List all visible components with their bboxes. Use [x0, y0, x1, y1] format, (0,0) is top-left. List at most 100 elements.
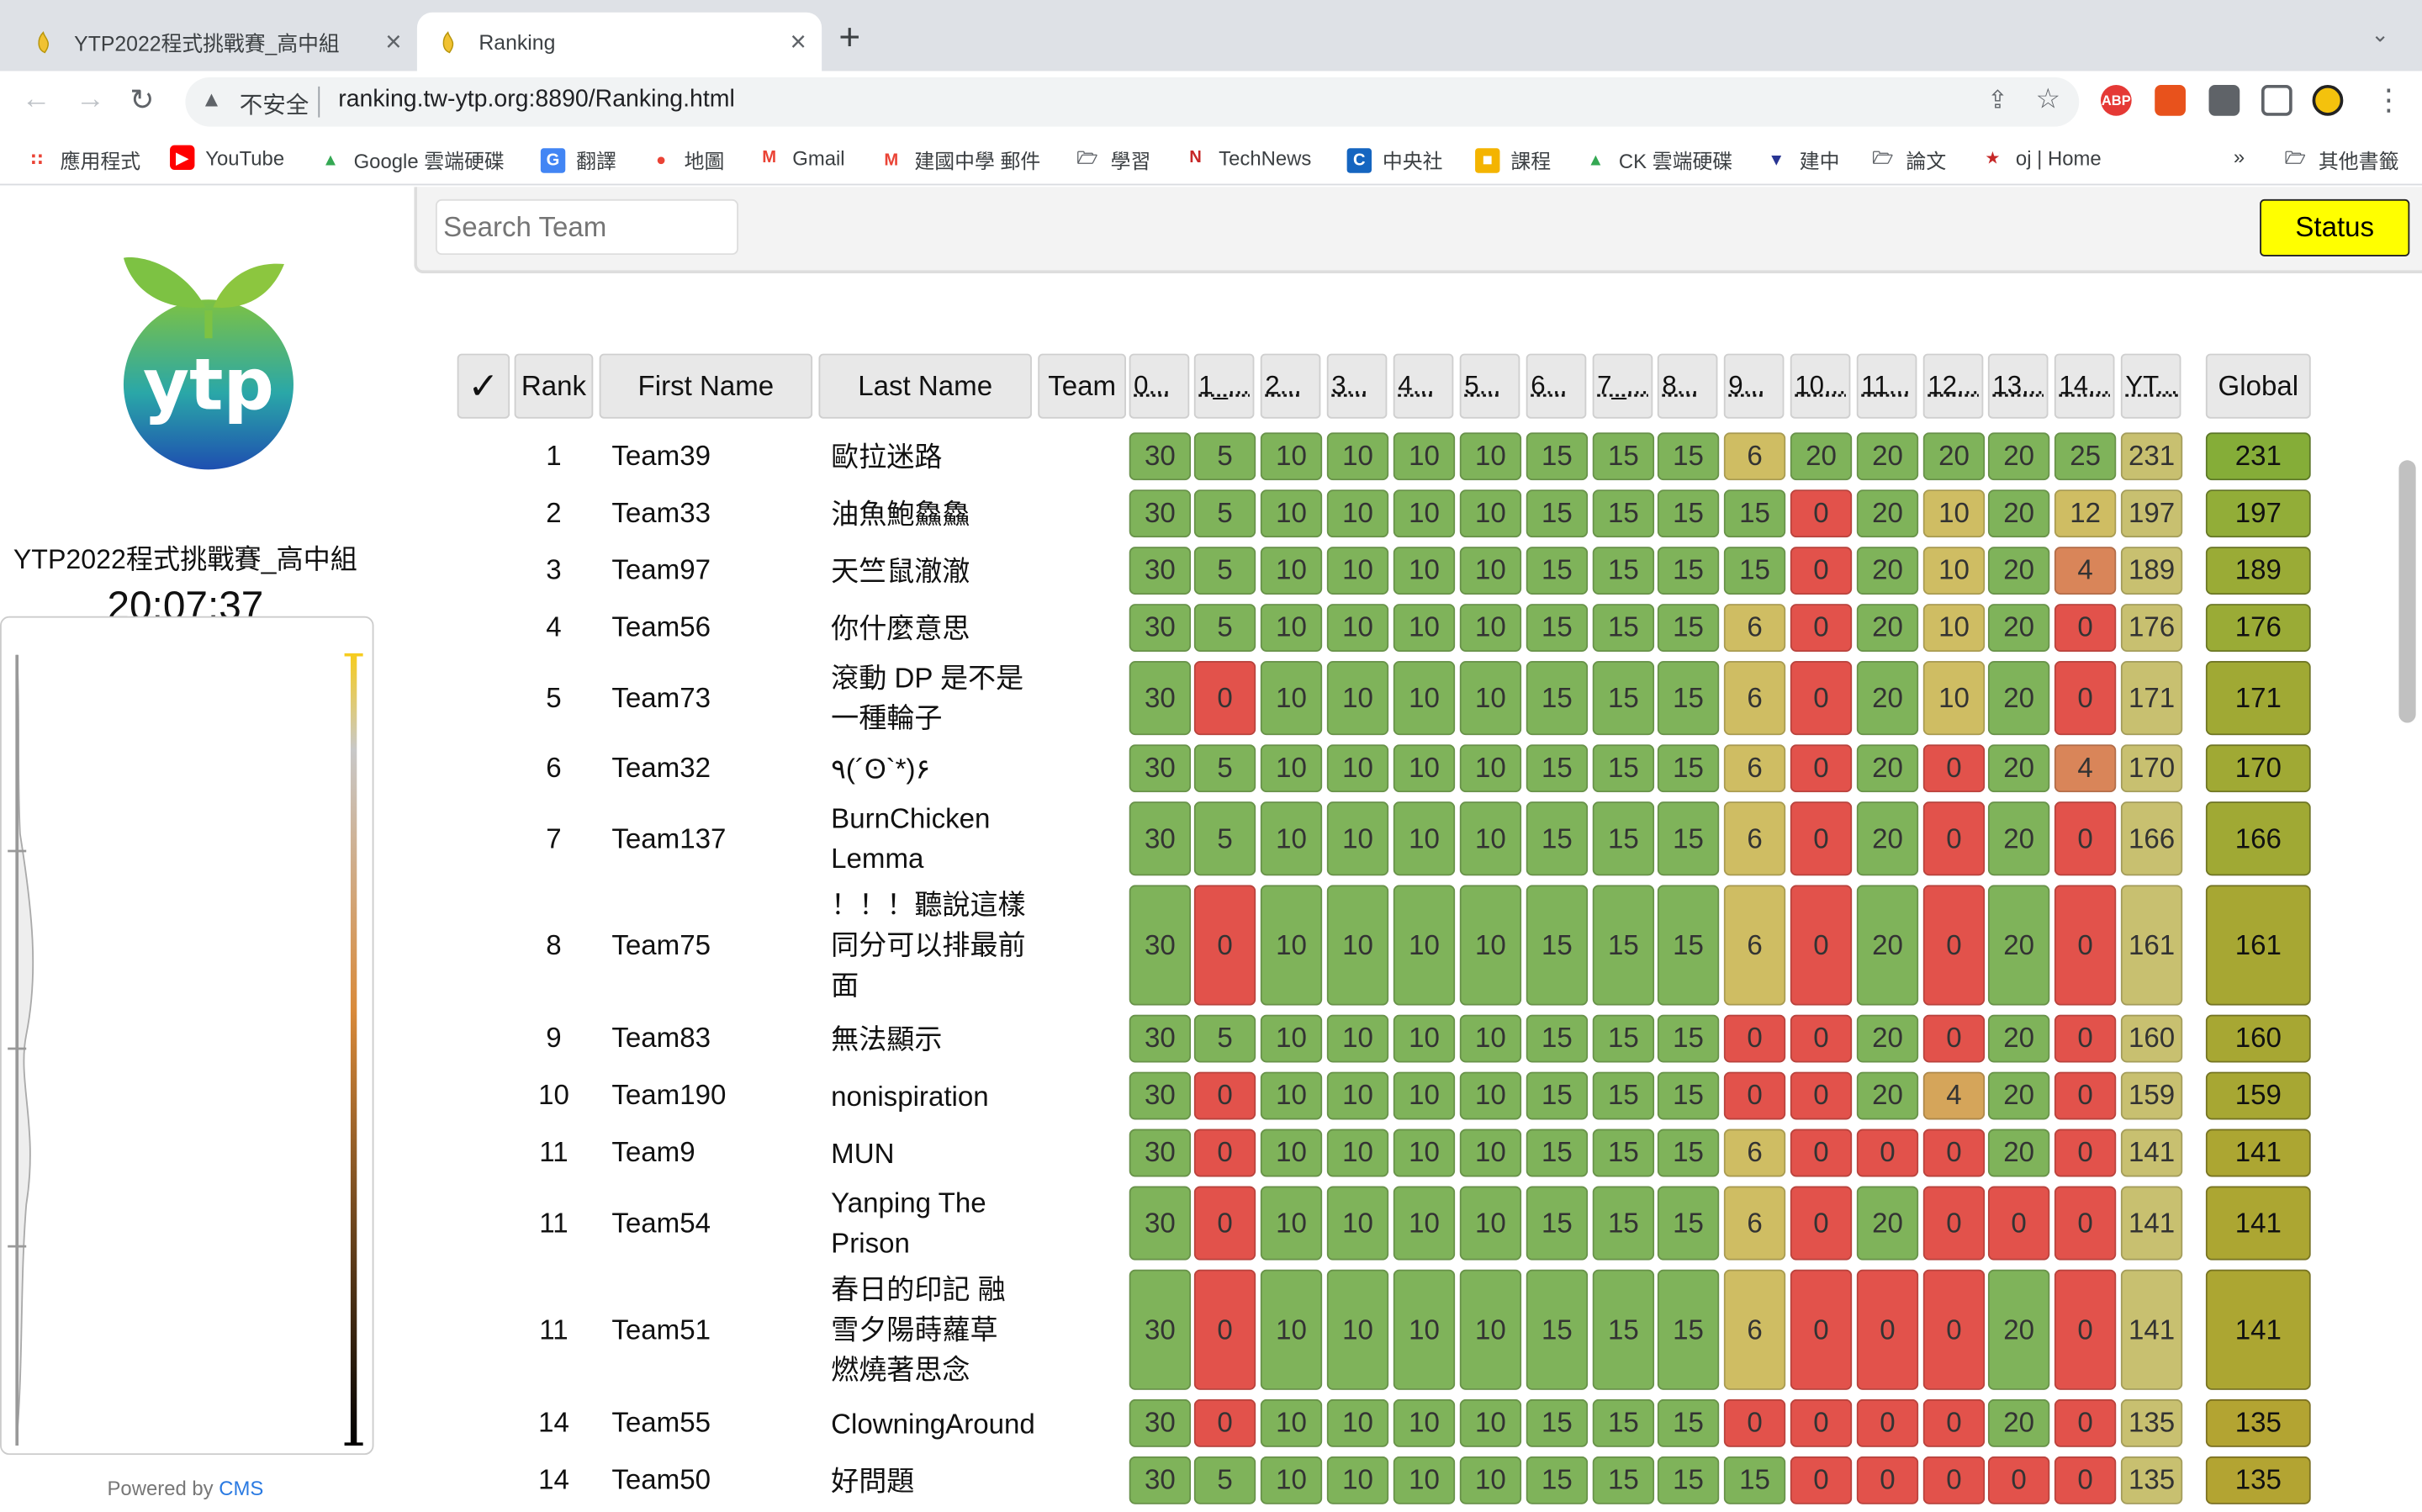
task-score-cell[interactable]: 159 — [2120, 1071, 2183, 1120]
task-score-cell[interactable]: 15 — [1526, 885, 1589, 1006]
task-score-cell[interactable]: 135 — [2120, 1398, 2183, 1447]
task-score-cell[interactable]: 0 — [1922, 1014, 1986, 1063]
task-score-cell[interactable]: 30 — [1129, 1071, 1192, 1120]
task-header-13[interactable]: 13... — [1987, 353, 2049, 419]
global-score-cell[interactable]: 141 — [2205, 1269, 2311, 1390]
task-score-cell[interactable]: 10 — [1326, 1456, 1389, 1504]
task-score-cell[interactable]: 20 — [1987, 604, 2050, 653]
forward-arrow-icon[interactable]: → — [76, 83, 105, 117]
page-scrollbar[interactable] — [2398, 460, 2416, 723]
task-score-cell[interactable]: 5 — [1193, 547, 1256, 595]
task-score-cell[interactable]: 4 — [1922, 1071, 1986, 1120]
table-row[interactable]: 11 Team54 Yanping The Prison 30 0 10 10 10 10 15 1… — [457, 1186, 2311, 1261]
task-score-cell[interactable]: 10 — [1260, 1456, 1323, 1504]
task-score-cell[interactable]: 15 — [1657, 885, 1720, 1006]
task-score-cell[interactable]: 10 — [1260, 661, 1323, 736]
task-score-cell[interactable]: 171 — [2120, 661, 2183, 736]
bookmark-folder-learning[interactable]: 🗁 學習 — [1075, 145, 1151, 175]
task-header-15[interactable]: YT... — [2120, 353, 2181, 419]
task-score-cell[interactable]: 0 — [1790, 1456, 1853, 1504]
global-score-cell[interactable]: 160 — [2205, 1014, 2311, 1063]
task-score-cell[interactable]: 10 — [1393, 1071, 1456, 1120]
task-score-cell[interactable]: 6 — [1723, 661, 1786, 736]
global-score-cell[interactable]: 197 — [2205, 489, 2311, 538]
task-score-cell[interactable]: 10 — [1326, 1398, 1389, 1447]
task-score-cell[interactable]: 10 — [1326, 1071, 1389, 1120]
task-score-cell[interactable]: 10 — [1459, 547, 1522, 595]
table-row[interactable]: 2 Team33 油魚鮑鱻鱻 30 5 10 10 10 10 15 15 15 15 0 20 10 20 12… — [457, 489, 2311, 538]
task-score-cell[interactable]: 20 — [1856, 1071, 1919, 1120]
task-score-cell[interactable]: 30 — [1129, 1269, 1192, 1390]
search-team-input[interactable] — [435, 198, 738, 256]
global-score-cell[interactable]: 166 — [2205, 801, 2311, 876]
task-score-cell[interactable]: 15 — [1592, 661, 1655, 736]
task-score-cell[interactable]: 10 — [1459, 744, 1522, 793]
table-row[interactable]: 14 Team55 ClowningAround 30 0 10 10 10 10 15 15 15 0… — [457, 1398, 2311, 1447]
global-score-cell[interactable]: 135 — [2205, 1398, 2311, 1447]
task-score-cell[interactable]: 20 — [1987, 885, 2050, 1006]
task-score-cell[interactable]: 0 — [1922, 1269, 1986, 1390]
task-score-cell[interactable]: 15 — [1526, 1071, 1589, 1120]
global-score-cell[interactable]: 161 — [2205, 885, 2311, 1006]
task-score-cell[interactable]: 0 — [2054, 1186, 2117, 1261]
task-score-cell[interactable]: 0 — [2054, 885, 2117, 1006]
task-score-cell[interactable]: 5 — [1193, 1014, 1256, 1063]
task-score-cell[interactable]: 0 — [2054, 1456, 2117, 1504]
task-score-cell[interactable]: 5 — [1193, 604, 1256, 653]
task-score-cell[interactable]: 12 — [2054, 489, 2117, 538]
close-tab-icon[interactable]: × — [790, 25, 806, 58]
task-score-cell[interactable]: 15 — [1526, 432, 1589, 481]
task-score-cell[interactable]: 6 — [1723, 432, 1786, 481]
task-score-cell[interactable]: 0 — [1790, 1071, 1853, 1120]
task-score-cell[interactable]: 20 — [1856, 547, 1919, 595]
task-score-cell[interactable]: 0 — [1856, 1269, 1919, 1390]
task-score-cell[interactable]: 141 — [2120, 1129, 2183, 1177]
task-score-cell[interactable]: 15 — [1526, 661, 1589, 736]
task-score-cell[interactable]: 15 — [1657, 1186, 1720, 1261]
task-score-cell[interactable]: 10 — [1922, 489, 1986, 538]
task-score-cell[interactable]: 25 — [2054, 432, 2117, 481]
task-score-cell[interactable]: 10 — [1326, 1014, 1389, 1063]
task-score-cell[interactable]: 15 — [1526, 604, 1589, 653]
bookmark-ck-drive[interactable]: ▲ CK 雲端硬碟 — [1584, 145, 1732, 175]
task-score-cell[interactable]: 0 — [1856, 1129, 1919, 1177]
task-score-cell[interactable]: 0 — [1922, 885, 1986, 1006]
bookmark-courses[interactable]: ■ 課程 — [1475, 145, 1551, 175]
task-score-cell[interactable]: 10 — [1459, 1269, 1522, 1390]
task-score-cell[interactable]: 20 — [1856, 885, 1919, 1006]
task-score-cell[interactable]: 5 — [1193, 801, 1256, 876]
global-score-cell[interactable]: 171 — [2205, 661, 2311, 736]
status-button[interactable]: Status — [2260, 198, 2410, 256]
task-score-cell[interactable]: 20 — [1987, 1071, 2050, 1120]
task-score-cell[interactable]: 15 — [1592, 1398, 1655, 1447]
bookmark-ck[interactable]: ▼ 建中 — [1764, 145, 1839, 175]
task-score-cell[interactable]: 15 — [1723, 1456, 1786, 1504]
task-score-cell[interactable]: 6 — [1723, 801, 1786, 876]
task-score-cell[interactable]: 10 — [1260, 432, 1323, 481]
side-panel-icon[interactable] — [2261, 85, 2292, 116]
task-score-cell[interactable]: 0 — [1790, 1014, 1853, 1063]
task-score-cell[interactable]: 0 — [1193, 1398, 1256, 1447]
task-score-cell[interactable]: 15 — [1592, 1269, 1655, 1390]
table-row[interactable]: 1 Team39 歐拉迷路 30 5 10 10 10 10 15 15 15 6 20 20 20 20 25 2… — [457, 432, 2311, 481]
task-score-cell[interactable]: 15 — [1657, 1129, 1720, 1177]
task-score-cell[interactable]: 20 — [1856, 1014, 1919, 1063]
task-score-cell[interactable]: 30 — [1129, 1456, 1192, 1504]
task-score-cell[interactable]: 0 — [1790, 489, 1853, 538]
task-score-cell[interactable]: 15 — [1723, 547, 1786, 595]
task-score-cell[interactable]: 20 — [1856, 801, 1919, 876]
task-score-cell[interactable]: 0 — [1723, 1014, 1786, 1063]
task-score-cell[interactable]: 15 — [1657, 744, 1720, 793]
task-score-cell[interactable]: 0 — [2054, 661, 2117, 736]
task-score-cell[interactable]: 10 — [1393, 1014, 1456, 1063]
task-header-7[interactable]: 7_... — [1592, 353, 1653, 419]
global-score-cell[interactable]: 159 — [2205, 1071, 2311, 1120]
task-score-cell[interactable]: 10 — [1393, 1456, 1456, 1504]
task-score-cell[interactable]: 160 — [2120, 1014, 2183, 1063]
task-header-8[interactable]: 8... — [1657, 353, 1718, 419]
task-score-cell[interactable]: 10 — [1393, 604, 1456, 653]
task-score-cell[interactable]: 6 — [1723, 1269, 1786, 1390]
task-header-11[interactable]: 11... — [1856, 353, 1917, 419]
task-score-cell[interactable]: 0 — [2054, 1269, 2117, 1390]
back-arrow-icon[interactable]: ← — [22, 83, 51, 117]
